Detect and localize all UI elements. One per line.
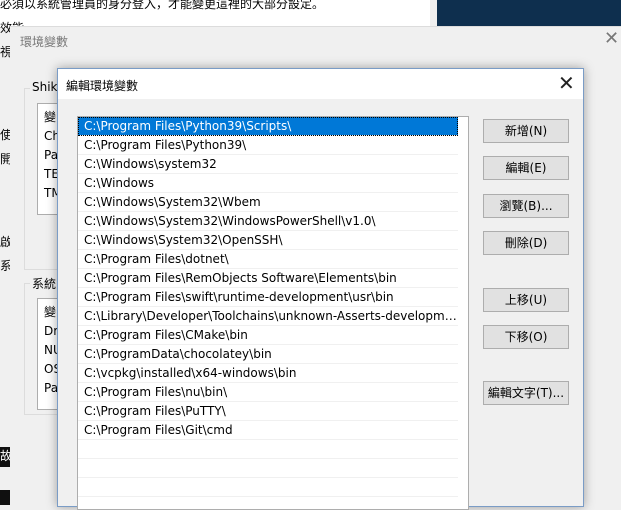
edit-text-button[interactable]: 編輯文字(T)... xyxy=(483,381,569,405)
admin-notice-text: 必須以系統管理員的身分登入，才能變更這裡的大部分設定。 xyxy=(0,0,325,11)
edit-dialog-title: 編輯環境變數 xyxy=(66,79,139,93)
edit-environment-variable-dialog: 編輯環境變數 ✕ C:\Program Files\Python39\Scrip… xyxy=(57,68,584,510)
path-row[interactable]: C:\Library\Developer\Toolchains\unknown-… xyxy=(78,307,458,326)
path-row[interactable]: C:\Windows\system32 xyxy=(78,155,458,174)
background-dark-panel xyxy=(437,0,621,26)
delete-button[interactable]: 刪除(D) xyxy=(483,231,569,255)
path-row[interactable]: C:\Program Files\CMake\bin xyxy=(78,326,458,345)
path-row[interactable]: C:\Program Files\nu\bin\ xyxy=(78,383,458,402)
path-list[interactable]: C:\Program Files\Python39\Scripts\ C:\Pro… xyxy=(77,116,469,510)
path-row[interactable]: C:\Windows\System32\OpenSSH\ xyxy=(78,231,458,250)
empty-path-row[interactable] xyxy=(78,440,458,459)
path-row[interactable]: C:\Program Files\PuTTY\ xyxy=(78,402,458,421)
path-row[interactable]: C:\Program Files\dotnet\ xyxy=(78,250,458,269)
path-row[interactable]: C:\Program Files\RemObjects Software\Ele… xyxy=(78,269,458,288)
move-up-button[interactable]: 上移(U) xyxy=(483,288,569,312)
env-close-icon[interactable]: ✕ xyxy=(604,30,619,48)
close-icon[interactable]: ✕ xyxy=(558,72,575,94)
empty-path-row[interactable] xyxy=(78,478,458,497)
path-row[interactable]: C:\vcpkg\installed\x64-windows\bin xyxy=(78,364,458,383)
path-row[interactable]: C:\Program Files\Python39\ xyxy=(78,136,458,155)
path-row[interactable]: C:\Program Files\Python39\Scripts\ xyxy=(78,117,458,136)
env-dialog-title: 環境變數 xyxy=(20,35,69,49)
empty-path-row[interactable] xyxy=(78,459,458,478)
move-down-button[interactable]: 下移(O) xyxy=(483,325,569,349)
system-variables-group-title: 系統 xyxy=(30,275,59,292)
path-row[interactable]: C:\ProgramData\chocolatey\bin xyxy=(78,345,458,364)
new-button[interactable]: 新增(N) xyxy=(483,119,569,143)
edit-button[interactable]: 編輯(E) xyxy=(483,156,569,180)
path-row[interactable]: C:\Windows\System32\Wbem xyxy=(78,193,458,212)
path-row[interactable]: C:\Program Files\swift\runtime-developme… xyxy=(78,288,458,307)
path-row[interactable]: C:\Windows xyxy=(78,174,458,193)
path-row[interactable]: C:\Windows\System32\WindowsPowerShell\v1… xyxy=(78,212,458,231)
browse-button[interactable]: 瀏覽(B)... xyxy=(483,194,569,218)
path-row[interactable]: C:\Program Files\Git\cmd xyxy=(78,421,458,440)
